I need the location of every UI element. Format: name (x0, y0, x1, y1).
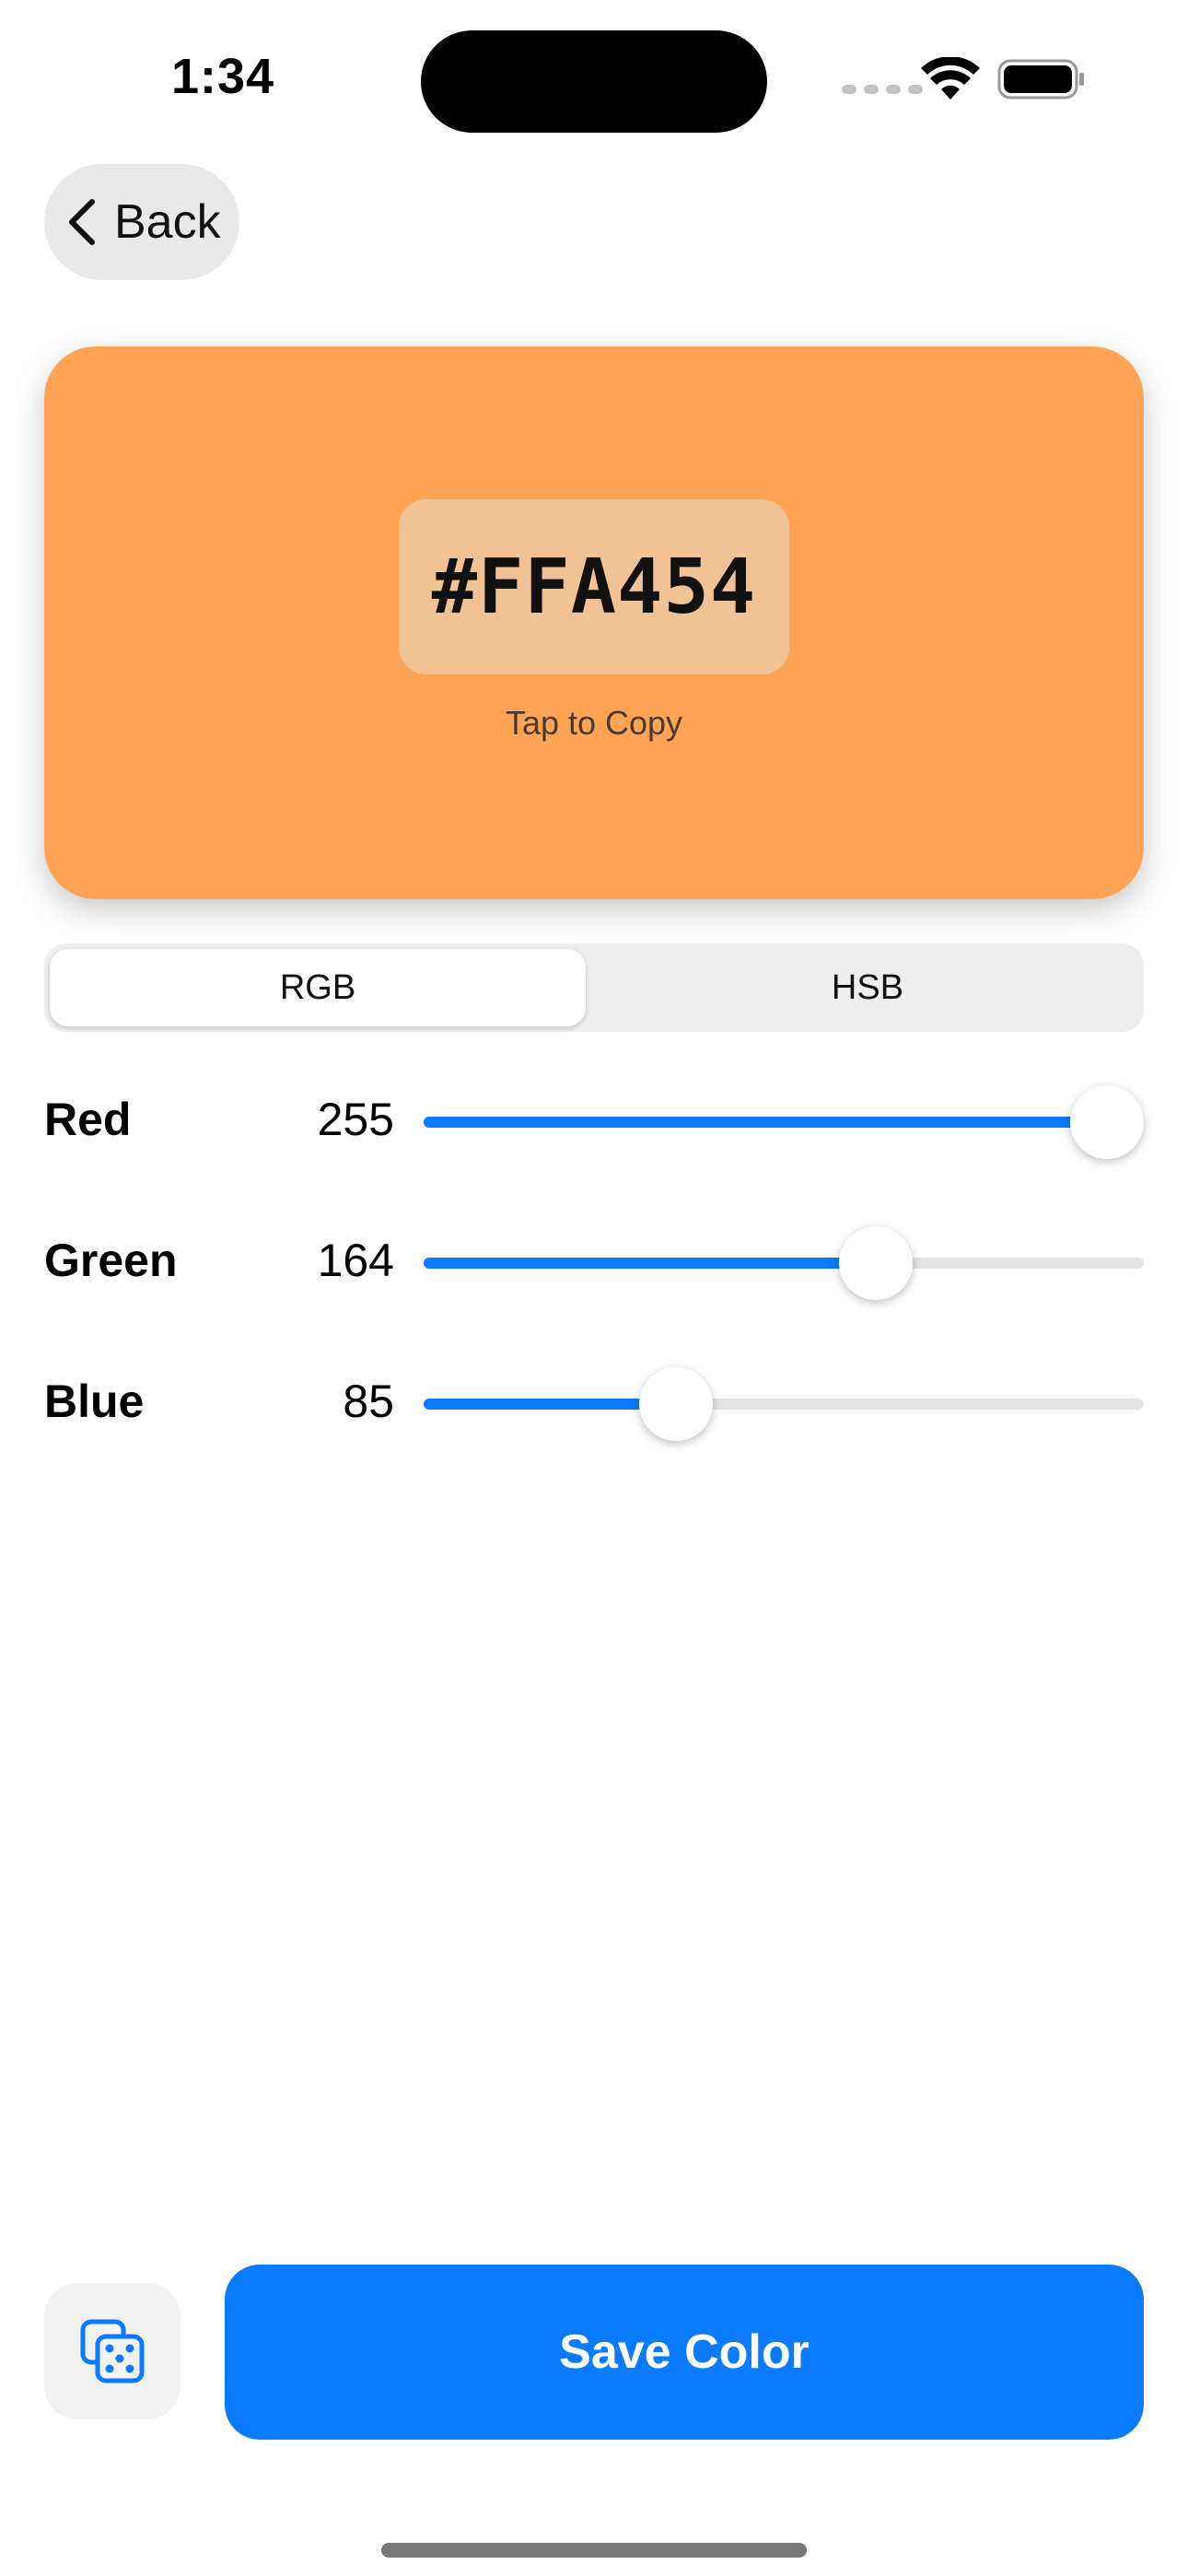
back-button[interactable]: Back (44, 164, 239, 280)
slider-row-blue: Blue 85 (44, 1360, 1144, 1443)
slider-thumb-red[interactable] (1070, 1085, 1144, 1159)
color-preview-card[interactable]: #FFA454 Tap to Copy (44, 346, 1144, 899)
slider-fill-blue (424, 1399, 676, 1410)
slider-thumb-green[interactable] (839, 1226, 914, 1300)
blue-slider[interactable] (424, 1367, 1144, 1441)
hex-code-text: #FFA454 (431, 543, 757, 631)
cellular-signal-icon (842, 85, 923, 94)
slider-fill-red (424, 1117, 1107, 1128)
dynamic-island (421, 30, 767, 133)
chevron-left-icon (69, 199, 95, 245)
segment-rgb[interactable]: RGB (50, 949, 586, 1026)
random-color-button[interactable] (44, 2283, 181, 2419)
dice-icon (80, 2319, 145, 2383)
slider-row-red: Red 255 (44, 1078, 1144, 1161)
status-time: 1:34 (171, 49, 275, 104)
slider-value-green: 164 (317, 1235, 394, 1286)
battery-icon (997, 59, 1084, 100)
slider-fill-green (424, 1258, 877, 1269)
tap-to-copy-hint: Tap to Copy (505, 704, 683, 742)
hex-code-chip[interactable]: #FFA454 (399, 499, 789, 674)
slider-label-blue: Blue (44, 1376, 145, 1427)
save-color-button[interactable]: Save Color (225, 2265, 1144, 2440)
home-indicator (381, 2543, 807, 2558)
back-label: Back (114, 195, 221, 249)
slider-row-green: Green 164 (44, 1219, 1144, 1302)
slider-label-red: Red (44, 1094, 132, 1145)
wifi-icon (921, 57, 980, 100)
slider-value-blue: 85 (343, 1376, 394, 1427)
slider-thumb-blue[interactable] (639, 1367, 713, 1441)
color-mode-segmented-control[interactable]: RGB HSB (44, 943, 1144, 1032)
segment-hsb[interactable]: HSB (597, 949, 1138, 1026)
red-slider[interactable] (424, 1085, 1144, 1159)
slider-value-red: 255 (317, 1094, 394, 1145)
slider-label-green: Green (44, 1235, 178, 1286)
green-slider[interactable] (424, 1226, 1144, 1300)
